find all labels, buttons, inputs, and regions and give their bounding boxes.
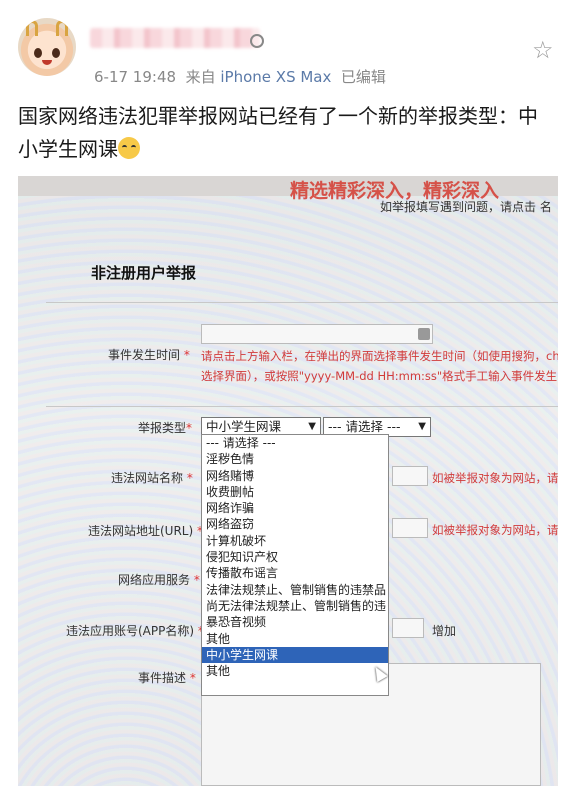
divider	[46, 302, 558, 303]
site-url-input[interactable]	[392, 518, 428, 538]
badge-icon	[250, 34, 264, 48]
dropdown-option[interactable]: 尚无法律法规禁止、管制销售的违	[202, 598, 388, 614]
app-account-label: 违法应用账号(APP名称) *	[66, 624, 204, 638]
dropdown-option[interactable]: 中小学生网课	[202, 646, 388, 664]
avatar-eye-left	[34, 48, 42, 58]
dropdown-option[interactable]: 侵犯知识产权	[202, 549, 388, 565]
post-text: 国家网络违法犯罪举报网站已经有了一个新的举报类型：中小学生网课	[18, 100, 554, 166]
laugh-cry-emoji-icon	[118, 137, 140, 159]
antler-left	[26, 20, 38, 36]
source-prefix: 来自	[185, 68, 216, 86]
post-body: 国家网络违法犯罪举报网站已经有了一个新的举报类型：中小学生网课	[18, 104, 538, 161]
dropdown-option[interactable]: 其他	[202, 663, 388, 679]
site-name-input[interactable]	[392, 466, 428, 486]
site-url-note: 如被举报对象为网站，请填	[432, 523, 558, 537]
avatar[interactable]	[18, 18, 76, 76]
app-service-label: 网络应用服务 *	[118, 573, 200, 587]
dropdown-option[interactable]: 计算机破坏	[202, 533, 388, 549]
divider	[46, 406, 558, 407]
event-time-note: 请点击上方输入栏，在弹出的界面选择事件发生时间（如使用搜狗，chrome	[201, 349, 558, 363]
calendar-icon[interactable]	[418, 328, 430, 340]
dropdown-option[interactable]: 网络盗窃	[202, 516, 388, 532]
avatar-eye-right	[52, 48, 60, 58]
dropdown-option[interactable]: --- 请选择 ---	[202, 435, 388, 451]
dropdown-option[interactable]: 传播散布谣言	[202, 565, 388, 581]
report-type-dropdown[interactable]: --- 请选择 --- 淫秽色情 网络赌博 收费删帖 网络诈骗 网络盗窃 计算机破坏 侵犯知识…	[201, 434, 389, 696]
add-button[interactable]: 增加	[432, 622, 456, 639]
description-label: 事件描述 *	[138, 671, 196, 685]
form-title: 非注册用户举报	[91, 264, 197, 282]
dropdown-option[interactable]: 网络诈骗	[202, 500, 388, 516]
avatar-mouth	[42, 60, 52, 65]
event-time-note-2: 选择界面），或按照"yyyy-MM-dd HH:mm:ss"格式手工输入事件发生…	[201, 369, 558, 383]
dropdown-option[interactable]: 暴恐音视频	[202, 614, 388, 630]
dropdown-option[interactable]: 其他	[202, 631, 388, 647]
site-name-note: 如被举报对象为网站，请填	[432, 471, 558, 485]
post-meta: 6-17 19:48 来自 iPhone XS Max 已编辑	[94, 66, 386, 87]
star-icon[interactable]: ☆	[532, 38, 556, 62]
site-name-label: 违法网站名称 *	[111, 471, 193, 485]
dropdown-option[interactable]: 网络赌博	[202, 468, 388, 484]
event-time-input[interactable]	[201, 324, 433, 344]
username-blurred[interactable]	[90, 28, 260, 48]
app-account-input[interactable]	[392, 618, 424, 638]
edited-label[interactable]: 已编辑	[341, 68, 386, 86]
help-text: 如举报填写遇到问题，请点击 名	[380, 200, 552, 214]
post-photo[interactable]: 精选精彩深入，精彩深入 如举报填写遇到问题，请点击 名 非注册用户举报 事件发生…	[18, 176, 558, 786]
device-link[interactable]: iPhone XS Max	[220, 68, 331, 86]
dropdown-option[interactable]: 收费删帖	[202, 484, 388, 500]
dropdown-option[interactable]: 法律法规禁止、管制销售的违禁品	[202, 582, 388, 598]
event-time-label: 事件发生时间 *	[108, 348, 190, 362]
post-time: 6-17 19:48	[94, 68, 177, 86]
chevron-down-icon: ▼	[418, 421, 426, 432]
dropdown-option[interactable]: 淫秽色情	[202, 451, 388, 467]
report-type-label: 举报类型*	[138, 421, 193, 435]
site-url-label: 违法网站地址(URL) *	[88, 524, 203, 538]
antler-right	[56, 20, 68, 36]
